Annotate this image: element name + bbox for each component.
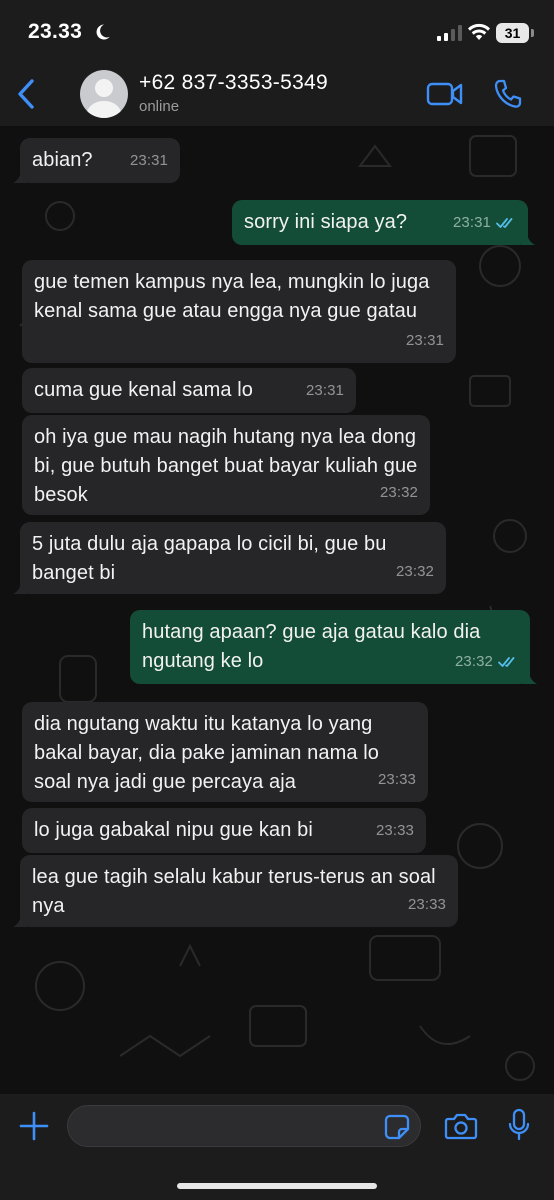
message-time: 23:31 xyxy=(452,214,491,231)
home-indicator xyxy=(177,1183,377,1189)
contact-status: online xyxy=(139,98,180,115)
message-text: gue temen kampus nya lea, mungkin lo jug… xyxy=(34,271,430,322)
message-meta: 23:32 xyxy=(396,557,434,586)
message-text: dia ngutang waktu itu katanya lo yang ba… xyxy=(34,713,380,793)
message-time: 23:33 xyxy=(377,771,416,788)
message-meta: 23:33 xyxy=(376,816,414,845)
message-time: 23:31 xyxy=(305,382,344,399)
microphone-icon[interactable] xyxy=(507,1108,531,1142)
message-meta: 23:31 xyxy=(453,208,516,237)
message-meta: 23:31 xyxy=(306,376,344,405)
message-input[interactable] xyxy=(67,1105,421,1147)
message-time: 23:32 xyxy=(454,653,493,670)
message-text: oh iya gue mau nagih hutang nya lea dong… xyxy=(34,426,418,506)
message-incoming[interactable]: gue temen kampus nya lea, mungkin lo jug… xyxy=(22,260,456,363)
message-incoming[interactable]: lea gue tagih selalu kabur terus-terus a… xyxy=(13,855,458,927)
avatar[interactable] xyxy=(80,70,128,118)
message-outgoing[interactable]: hutang apaan? gue aja gatau kalo dia ngu… xyxy=(130,610,537,684)
message-text: lea gue tagih selalu kabur terus-terus a… xyxy=(32,866,436,917)
message-time: 23:31 xyxy=(129,152,168,169)
input-bar xyxy=(0,1094,554,1200)
chat-area[interactable]: abian? 23:31 sorry ini siapa ya? 23:31 g… xyxy=(0,126,554,1094)
double-check-icon xyxy=(498,656,515,667)
wifi-icon xyxy=(468,23,490,40)
message-meta: 23:32 xyxy=(380,478,418,507)
message-text: sorry ini siapa ya? xyxy=(244,211,408,233)
message-time: 23:33 xyxy=(407,896,446,913)
double-check-icon xyxy=(496,217,513,228)
message-incoming[interactable]: cuma gue kenal sama lo 23:31 xyxy=(22,368,356,413)
sticker-icon[interactable] xyxy=(384,1114,410,1140)
message-text: abian? xyxy=(32,149,93,171)
bubble-tail xyxy=(13,580,27,594)
message-time: 23:33 xyxy=(375,822,414,839)
status-time: 23.33 xyxy=(28,20,83,43)
message-incoming[interactable]: 5 juta dulu aja gapapa lo cicil bi, gue … xyxy=(13,522,446,594)
message-text: hutang apaan? gue aja gatau kalo dia ngu… xyxy=(142,621,481,672)
message-time: 23:32 xyxy=(395,563,434,580)
contact-name[interactable]: +62 837-3353-5349 xyxy=(139,71,328,95)
message-meta: 23:31 xyxy=(130,146,168,175)
bubble-tail xyxy=(13,169,27,183)
battery-icon: 31 xyxy=(496,23,529,43)
message-meta: 23:33 xyxy=(408,890,446,919)
message-time: 23:32 xyxy=(379,484,418,501)
battery-tip xyxy=(531,29,534,37)
message-time: 23:31 xyxy=(405,332,444,349)
video-call-icon[interactable] xyxy=(426,80,464,108)
bubble-tail xyxy=(523,670,537,684)
chat-header: +62 837-3353-5349 online xyxy=(0,62,554,126)
status-bar: 23.33 31 xyxy=(0,0,554,62)
phone-icon[interactable] xyxy=(493,78,523,110)
message-text: 5 juta dulu aja gapapa lo cicil bi, gue … xyxy=(32,533,387,584)
message-incoming[interactable]: abian? 23:31 xyxy=(13,138,180,183)
back-chevron-icon[interactable] xyxy=(12,76,42,112)
signal-icon xyxy=(437,25,462,41)
camera-icon[interactable] xyxy=(444,1111,478,1141)
plus-icon[interactable] xyxy=(18,1110,50,1142)
message-incoming[interactable]: lo juga gabakal nipu gue kan bi 23:33 xyxy=(22,808,426,853)
message-text: lo juga gabakal nipu gue kan bi xyxy=(34,819,313,841)
message-incoming[interactable]: oh iya gue mau nagih hutang nya lea dong… xyxy=(22,415,430,515)
message-text: cuma gue kenal sama lo xyxy=(34,379,253,401)
message-meta: 23:33 xyxy=(378,765,416,794)
avatar-icon xyxy=(86,79,122,118)
message-outgoing[interactable]: sorry ini siapa ya? 23:31 xyxy=(232,200,535,245)
message-meta: 23:31 xyxy=(406,326,444,355)
message-incoming[interactable]: dia ngutang waktu itu katanya lo yang ba… xyxy=(22,702,428,802)
bubble-tail xyxy=(13,913,27,927)
bubble-tail xyxy=(521,231,535,245)
moon-icon xyxy=(96,24,110,40)
message-meta: 23:32 xyxy=(455,647,518,676)
